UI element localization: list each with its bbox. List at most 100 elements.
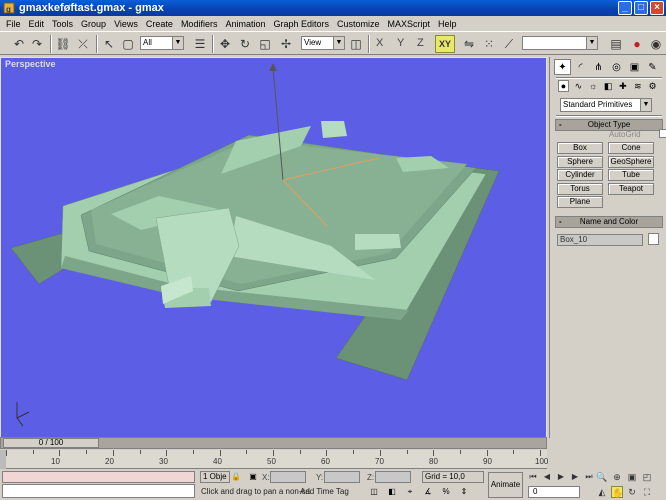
viewport-label[interactable]: Perspective [5, 59, 56, 69]
object-color-swatch[interactable] [648, 233, 659, 245]
box-button[interactable]: Box [557, 142, 603, 154]
percent-snap-icon[interactable]: % [441, 487, 451, 497]
menu-modifiers[interactable]: Modifiers [177, 19, 222, 29]
maxscript-listener-output[interactable] [2, 471, 195, 483]
array-icon[interactable]: ⁙ [480, 35, 498, 53]
degradation-override-icon[interactable]: ◧ [387, 487, 397, 497]
object-name-field[interactable]: Box_10 [557, 234, 643, 246]
selection-filter-dropdown[interactable]: All ▼ [140, 36, 184, 50]
create-tab-icon[interactable]: ✦ [554, 59, 571, 75]
maxscript-listener-input[interactable] [2, 484, 195, 498]
add-time-tag[interactable]: Add Time Tag [300, 487, 349, 496]
cameras-icon[interactable]: ◧ [603, 80, 614, 92]
menu-maxscript[interactable]: MAXScript [384, 19, 435, 29]
menu-views[interactable]: Views [110, 19, 142, 29]
mirror-icon[interactable]: ⇋ [460, 35, 478, 53]
geometry-icon[interactable]: ● [558, 80, 570, 92]
plane-button[interactable]: Plane [557, 196, 603, 208]
torus-button[interactable]: Torus [557, 183, 603, 195]
field-of-view-icon[interactable]: ◭ [596, 486, 608, 498]
spinner-snap-icon[interactable]: ⇕ [459, 487, 469, 497]
autogrid-option[interactable]: AutoGrid [609, 129, 666, 139]
current-frame-field[interactable]: 0 [528, 486, 580, 498]
category-dropdown[interactable]: Standard Primitives ▼ [560, 98, 652, 112]
menu-help[interactable]: Help [434, 19, 461, 29]
cone-button[interactable]: Cone [608, 142, 654, 154]
reference-coordinate-dropdown[interactable]: View ▼ [301, 36, 345, 50]
cylinder-button[interactable]: Cylinder [557, 169, 603, 181]
menu-customize[interactable]: Customize [333, 19, 384, 29]
menu-tools[interactable]: Tools [48, 19, 77, 29]
display-tab-icon[interactable]: ▣ [626, 59, 643, 75]
time-slider[interactable]: 0 / 100 [0, 437, 547, 449]
unlink-icon[interactable]: ⤫ [74, 35, 92, 53]
arc-rotate-icon[interactable]: ↻ [626, 486, 638, 498]
select-and-rotate-icon[interactable]: ↻ [236, 35, 254, 53]
rectangular-selection-icon[interactable]: ▢ [119, 35, 137, 53]
lights-icon[interactable]: ☼ [588, 80, 599, 92]
menu-file[interactable]: File [2, 19, 25, 29]
select-by-name-icon[interactable]: ☰ [191, 35, 209, 53]
utilities-tab-icon[interactable]: ✎ [644, 59, 661, 75]
maximize-viewport-icon[interactable]: ⛶ [641, 486, 653, 498]
zoom-extents-all-icon[interactable]: ◰ [641, 471, 653, 483]
pan-hand-icon[interactable]: ✋ [611, 486, 623, 498]
crossing-selection-icon[interactable]: ◫ [369, 487, 379, 497]
previous-frame-icon[interactable]: ◀ [541, 471, 553, 482]
x-coordinate-field[interactable] [270, 471, 306, 483]
lock-selection-icon[interactable]: 🔒 [231, 472, 241, 482]
snap-toggle-icon[interactable]: ⌖ [405, 487, 415, 497]
menu-edit[interactable]: Edit [25, 19, 49, 29]
zoom-extents-icon[interactable]: ▣ [626, 471, 638, 483]
menu-graph-editors[interactable]: Graph Editors [269, 19, 333, 29]
perspective-viewport[interactable]: Perspective [0, 57, 547, 438]
restrict-x-button[interactable]: X [376, 37, 383, 49]
select-and-move-icon[interactable]: ✥ [216, 35, 234, 53]
systems-icon[interactable]: ⚙ [647, 80, 658, 92]
next-frame-icon[interactable]: ▶ [569, 471, 581, 482]
close-button[interactable]: × [650, 1, 664, 15]
y-coordinate-field[interactable] [324, 471, 360, 483]
tube-button[interactable]: Tube [608, 169, 654, 181]
restrict-y-button[interactable]: Y [397, 37, 404, 49]
animate-button[interactable]: Animate [488, 472, 523, 498]
helpers-icon[interactable]: ✚ [618, 80, 629, 92]
select-object-icon[interactable]: ↖ [100, 35, 118, 53]
zoom-all-icon[interactable]: ⊕ [611, 471, 623, 483]
autogrid-checkbox[interactable] [659, 129, 666, 138]
play-icon[interactable]: ▶ [555, 471, 567, 482]
align-icon[interactable]: ⟋ [500, 35, 518, 53]
select-and-link-icon[interactable]: ⛓ [54, 35, 72, 53]
z-coordinate-field[interactable] [375, 471, 411, 483]
minimize-button[interactable]: _ [618, 1, 632, 15]
motion-tab-icon[interactable]: ◎ [608, 59, 625, 75]
select-and-scale-icon[interactable]: ◱ [256, 35, 274, 53]
shapes-icon[interactable]: ∿ [573, 80, 584, 92]
modify-tab-icon[interactable]: ◜ [572, 59, 589, 75]
pivot-center-icon[interactable]: ◫ [347, 35, 365, 53]
menu-create[interactable]: Create [142, 19, 177, 29]
render-teapot-icon[interactable]: ● [628, 35, 646, 53]
restrict-z-button[interactable]: Z [417, 37, 424, 49]
material-editor-icon[interactable]: ▤ [607, 35, 625, 53]
zoom-icon[interactable]: 🔍 [596, 471, 608, 483]
restrict-xy-button[interactable]: XY [435, 35, 455, 53]
named-selection-sets-dropdown[interactable]: ▼ [522, 36, 598, 50]
time-slider-knob[interactable]: 0 / 100 [3, 438, 99, 448]
name-and-color-rollout-header[interactable]: - Name and Color [555, 216, 663, 228]
geosphere-button[interactable]: GeoSphere [608, 156, 654, 168]
undo-icon[interactable]: ↶ [10, 35, 28, 53]
hierarchy-tab-icon[interactable]: ⋔ [590, 59, 607, 75]
absolute-mode-icon[interactable]: ▣ [248, 472, 258, 482]
maximize-button[interactable]: □ [634, 1, 648, 15]
go-to-end-icon[interactable]: ⏭ [583, 471, 595, 482]
sphere-button[interactable]: Sphere [557, 156, 603, 168]
track-bar[interactable]: 10 20 30 40 50 60 70 80 90 100 [0, 450, 548, 469]
go-to-start-icon[interactable]: ⏮ [527, 471, 539, 482]
redo-icon[interactable]: ↷ [28, 35, 46, 53]
angle-snap-icon[interactable]: ∡ [423, 487, 433, 497]
select-and-manipulate-icon[interactable]: ✢ [277, 35, 295, 53]
quick-render-icon[interactable]: ◉ [647, 35, 665, 53]
teapot-button[interactable]: Teapot [608, 183, 654, 195]
menu-group[interactable]: Group [77, 19, 110, 29]
